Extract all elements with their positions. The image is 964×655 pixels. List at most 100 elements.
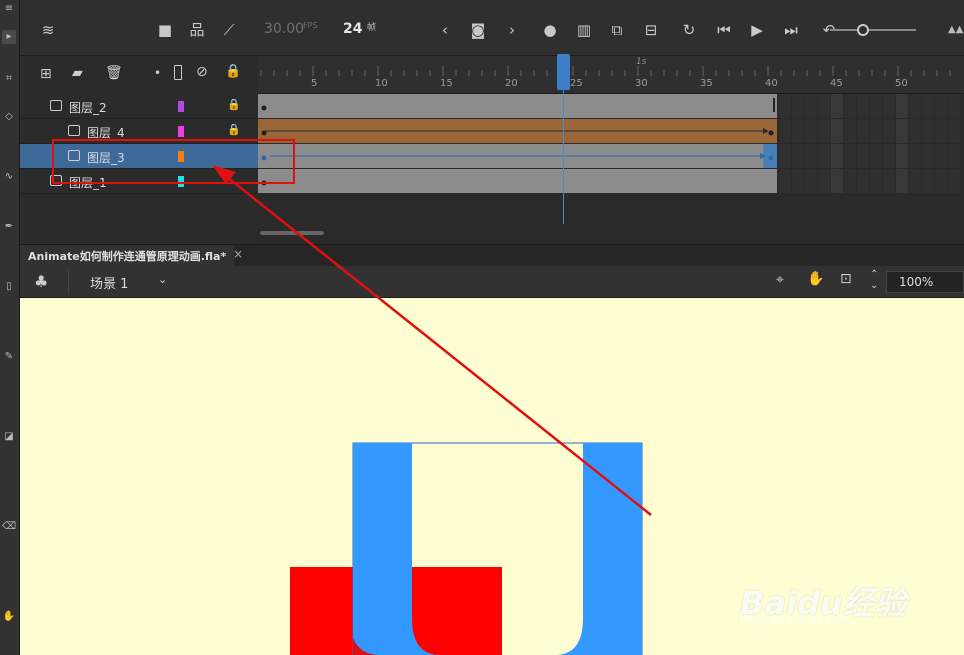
play-icon[interactable]: ▶ bbox=[747, 20, 767, 40]
empty-frame-cell[interactable] bbox=[935, 119, 947, 143]
empty-frame-cell[interactable] bbox=[818, 144, 830, 168]
empty-frame-cell[interactable] bbox=[935, 94, 947, 118]
empty-frame-cell[interactable] bbox=[883, 94, 895, 118]
empty-frame-cell[interactable] bbox=[909, 144, 921, 168]
empty-frame-cell[interactable] bbox=[831, 94, 843, 118]
brush-tool-icon[interactable]: ✎ bbox=[2, 350, 16, 364]
playhead[interactable] bbox=[557, 54, 570, 90]
empty-frame-cell[interactable] bbox=[779, 169, 791, 193]
document-tab-title[interactable]: Animate如何制作连通管原理动画.fla* bbox=[28, 250, 226, 263]
menu-icon[interactable]: ≡ bbox=[2, 2, 16, 16]
document-tab[interactable]: Animate如何制作连通管原理动画.fla* bbox=[20, 245, 235, 267]
fps-value[interactable]: 30.00 bbox=[264, 21, 304, 37]
zoom-field[interactable]: 100% bbox=[886, 271, 964, 293]
empty-frame-cell[interactable] bbox=[948, 144, 960, 168]
empty-frame-cell[interactable] bbox=[792, 169, 804, 193]
empty-frame-cell[interactable] bbox=[792, 119, 804, 143]
empty-frame-cell[interactable] bbox=[779, 119, 791, 143]
empty-frame-cell[interactable] bbox=[792, 144, 804, 168]
empty-frame-cell[interactable] bbox=[857, 94, 869, 118]
empty-frame-cell[interactable] bbox=[883, 144, 895, 168]
empty-frame-cell[interactable] bbox=[805, 94, 817, 118]
hide-layers-icon[interactable]: ⊘ bbox=[196, 64, 208, 80]
layer-color-swatch[interactable] bbox=[178, 126, 184, 137]
rotate-stage-icon[interactable]: ✋ bbox=[807, 271, 824, 287]
empty-frame-cell[interactable] bbox=[831, 144, 843, 168]
keyframe-dot[interactable] bbox=[768, 130, 774, 136]
empty-frame-cell[interactable] bbox=[948, 169, 960, 193]
empty-frame-cell[interactable] bbox=[909, 119, 921, 143]
insert-blank-keyframe-icon[interactable]: ⊟ bbox=[641, 20, 661, 40]
empty-frame-cell[interactable] bbox=[805, 119, 817, 143]
empty-frame-cell[interactable] bbox=[792, 94, 804, 118]
layer-row[interactable]: 图层_2 🔒 bbox=[20, 94, 258, 119]
empty-frame-cell[interactable] bbox=[818, 94, 830, 118]
empty-frame-cell[interactable] bbox=[948, 94, 960, 118]
scene-icon[interactable]: ♣ bbox=[34, 272, 48, 291]
pen-tool-icon[interactable]: ✒ bbox=[2, 220, 16, 234]
eraser-tool-icon[interactable]: ⌫ bbox=[2, 520, 16, 534]
keyframe-dot[interactable] bbox=[261, 130, 267, 136]
camera-icon[interactable]: ■ bbox=[155, 20, 175, 40]
frame-ruler[interactable]: 1s 5 10 15 20 25 30 35 40 45 50 bbox=[258, 56, 964, 94]
empty-frame-cell[interactable] bbox=[844, 144, 856, 168]
empty-frame-cell[interactable] bbox=[870, 94, 882, 118]
static-frame-span[interactable] bbox=[258, 169, 777, 193]
selection-tool-icon[interactable]: ▸ bbox=[2, 30, 16, 44]
edit-multiple-frames-icon[interactable]: ▥ bbox=[574, 20, 594, 40]
hand-tool-icon[interactable]: ✋ bbox=[2, 610, 16, 624]
outline-layers-icon[interactable] bbox=[174, 65, 182, 80]
free-transform-tool-icon[interactable]: ◇ bbox=[2, 110, 16, 124]
keyframe-dot[interactable] bbox=[768, 155, 774, 161]
empty-frame-cell[interactable] bbox=[896, 169, 908, 193]
step-back-icon[interactable]: ⏮ bbox=[714, 20, 734, 40]
loop-icon[interactable]: ↻ bbox=[679, 20, 699, 40]
empty-frame-cell[interactable] bbox=[831, 119, 843, 143]
timeline-scrollbar[interactable] bbox=[260, 231, 324, 235]
empty-frame-cell[interactable] bbox=[818, 169, 830, 193]
chevron-down-icon[interactable]: ⌄ bbox=[158, 273, 167, 286]
layer-color-swatch[interactable] bbox=[178, 101, 184, 112]
zoom-mountain-icon[interactable]: ▲▲ bbox=[948, 24, 964, 35]
empty-frame-cell[interactable] bbox=[857, 169, 869, 193]
rectangle-tool-icon[interactable]: ▯ bbox=[2, 280, 16, 294]
lock-layers-icon[interactable]: 🔒 bbox=[225, 64, 241, 79]
empty-frame-cell[interactable] bbox=[779, 144, 791, 168]
lasso-tool-icon[interactable]: ∿ bbox=[2, 170, 16, 184]
insert-keyframe-icon[interactable]: ◙ bbox=[468, 20, 488, 40]
timeline-zoom-slider[interactable] bbox=[830, 29, 916, 31]
subselection-tool-icon[interactable]: ⌗ bbox=[2, 72, 16, 86]
timeline-zoom-knob[interactable] bbox=[857, 24, 869, 36]
highlight-layers-icon[interactable]: • bbox=[154, 66, 161, 80]
empty-frame-cell[interactable] bbox=[896, 119, 908, 143]
create-tween-icon[interactable]: ⧉ bbox=[607, 20, 627, 40]
scene-label[interactable]: 场景 1 bbox=[90, 273, 128, 292]
empty-frame-cell[interactable] bbox=[922, 119, 934, 143]
keyframe-dot[interactable] bbox=[261, 105, 267, 111]
empty-frame-cell[interactable] bbox=[870, 169, 882, 193]
empty-frame-cell[interactable] bbox=[922, 144, 934, 168]
empty-frame-cell[interactable] bbox=[909, 94, 921, 118]
empty-frame-cell[interactable] bbox=[857, 119, 869, 143]
empty-frame-cell[interactable] bbox=[896, 144, 908, 168]
empty-frame-cell[interactable] bbox=[779, 94, 791, 118]
empty-frame-cell[interactable] bbox=[844, 94, 856, 118]
frames-area[interactable] bbox=[258, 94, 964, 244]
empty-frame-cell[interactable] bbox=[870, 119, 882, 143]
empty-frame-cell[interactable] bbox=[948, 119, 960, 143]
empty-frame-cell[interactable] bbox=[844, 119, 856, 143]
empty-frame-cell[interactable] bbox=[857, 144, 869, 168]
next-keyframe-icon[interactable]: › bbox=[502, 20, 522, 40]
empty-frame-cell[interactable] bbox=[922, 169, 934, 193]
empty-frame-cell[interactable] bbox=[818, 119, 830, 143]
empty-frame-cell[interactable] bbox=[870, 144, 882, 168]
empty-frame-cell[interactable] bbox=[831, 169, 843, 193]
clip-stage-icon[interactable]: ⊡ bbox=[840, 271, 852, 287]
layers-icon[interactable]: ≋ bbox=[38, 20, 58, 40]
zoom-stepper-icon[interactable]: ⌃ ⌄ bbox=[870, 269, 878, 291]
empty-frame-cell[interactable] bbox=[922, 94, 934, 118]
lock-icon[interactable]: 🔒 bbox=[227, 98, 241, 111]
onion-skin-icon[interactable]: ● bbox=[540, 20, 560, 40]
empty-frame-cell[interactable] bbox=[909, 169, 921, 193]
prev-keyframe-icon[interactable]: ‹ bbox=[435, 20, 455, 40]
